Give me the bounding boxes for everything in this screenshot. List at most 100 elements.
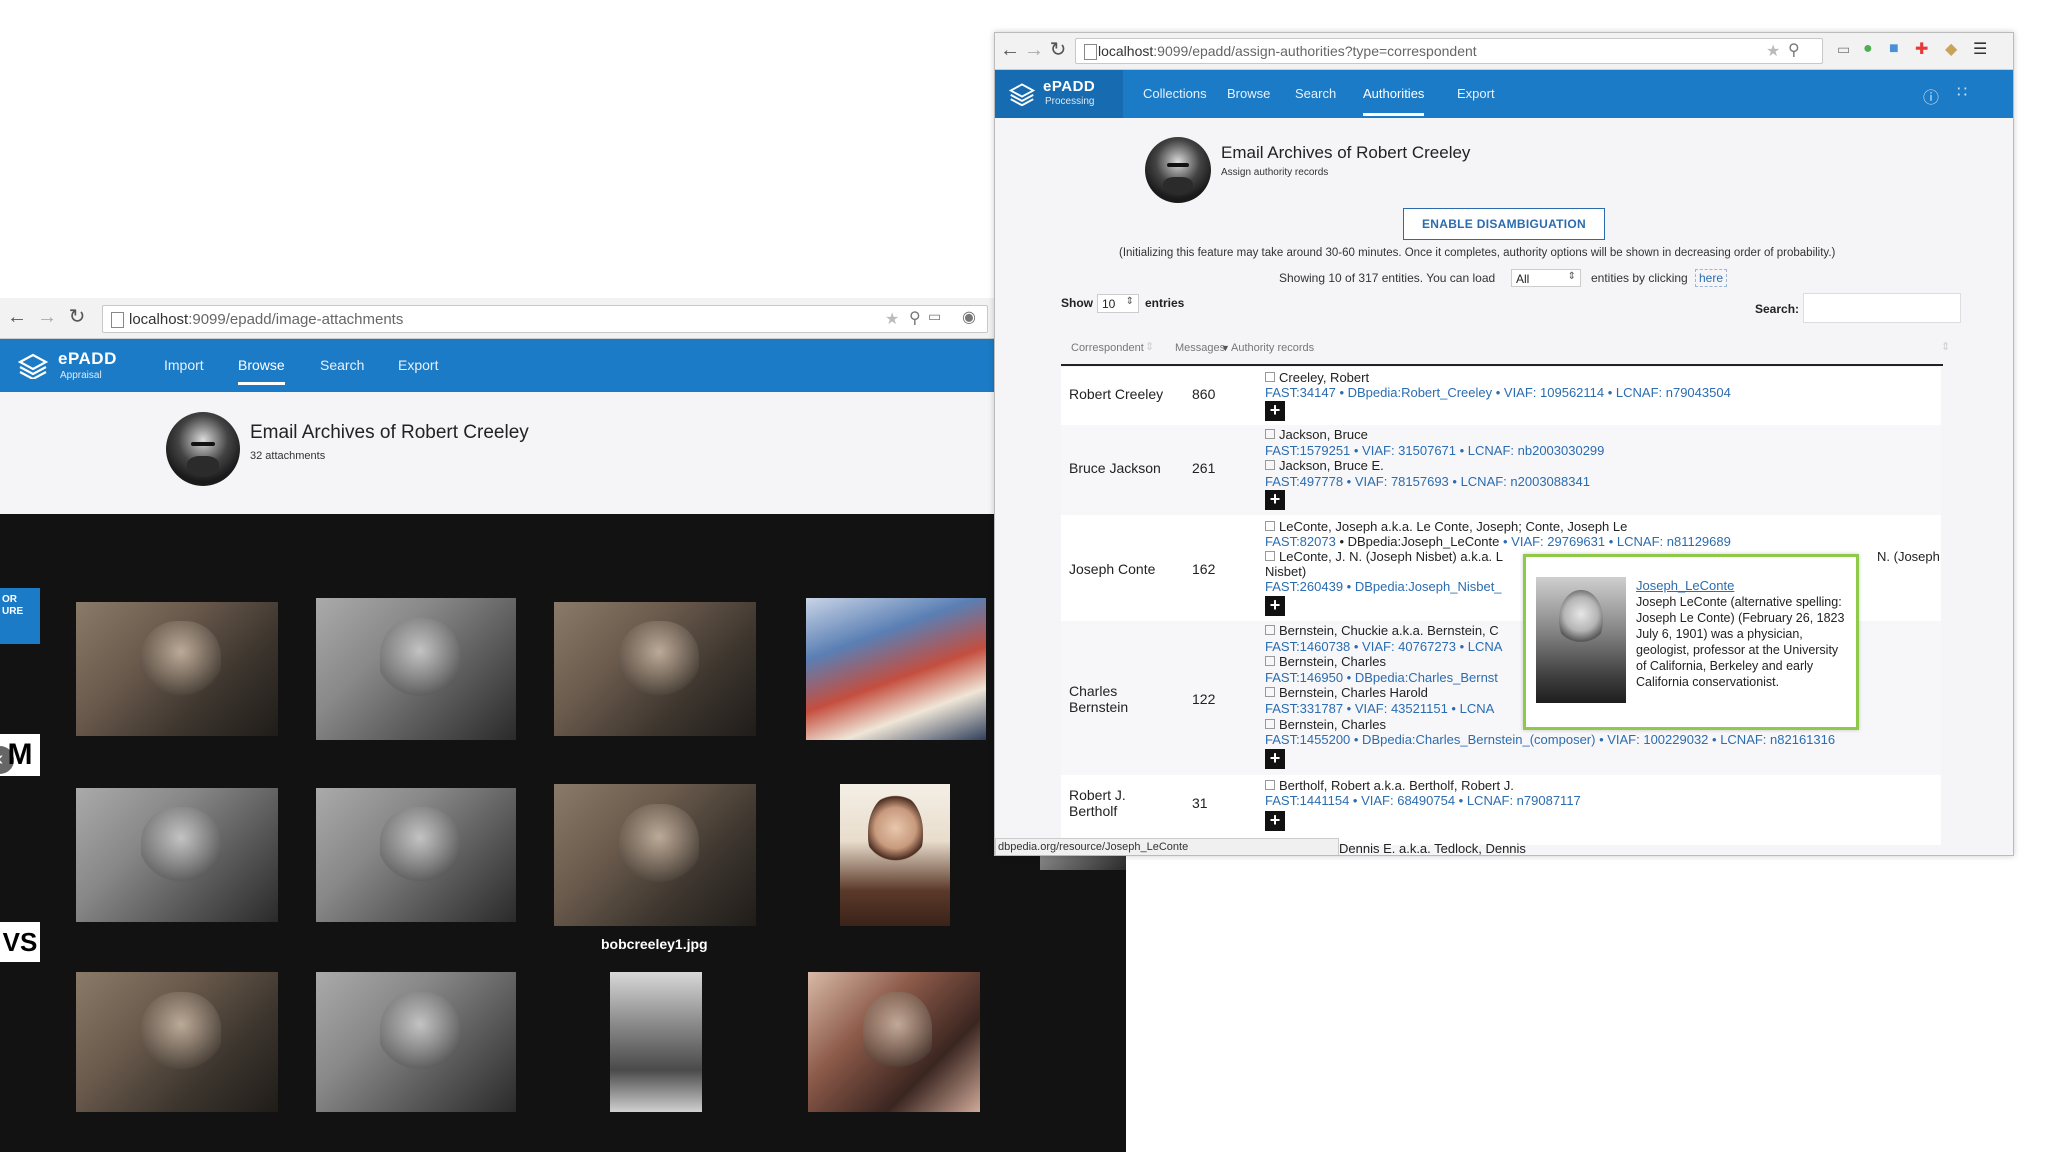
back-icon[interactable]: ←	[6, 306, 28, 328]
popup-portrait-image	[1536, 577, 1626, 703]
correspondent-name-line2[interactable]: Bertholf	[1069, 803, 1117, 819]
correspondent-name[interactable]: Joseph Conte	[1069, 561, 1155, 577]
add-authority-button[interactable]: +	[1265, 811, 1285, 831]
add-authority-button[interactable]: +	[1265, 596, 1285, 616]
back-icon[interactable]: ←	[999, 39, 1021, 61]
attachment-thumbnail[interactable]	[840, 784, 950, 926]
blue-extension-icon[interactable]: ■	[1889, 40, 1899, 58]
authority-links[interactable]: FAST:1579251 • VIAF: 31507671 • LCNAF: n…	[1265, 443, 1604, 458]
side-panel-tab[interactable]: OR URE	[0, 588, 40, 644]
zoom-icon[interactable]: ⚲	[909, 308, 921, 328]
entries-label: entries	[1145, 296, 1185, 310]
load-count-select[interactable]: All ⇕	[1511, 269, 1581, 287]
authority-links[interactable]: FAST:1441154 • VIAF: 68490754 • LCNAF: n…	[1265, 793, 1581, 808]
popup-title-link[interactable]: Joseph_LeConte	[1636, 578, 1734, 593]
record-checkbox[interactable]	[1265, 625, 1275, 635]
authority-record-option[interactable]: Bernstein, Charles	[1265, 717, 1386, 732]
authority-links[interactable]: FAST:82073 • DBpedia:Joseph_LeConte • VI…	[1265, 534, 1731, 549]
authority-links[interactable]: FAST:1455200 • DBpedia:Charles_Bernstein…	[1265, 732, 1835, 747]
attachment-thumbnail[interactable]	[316, 598, 516, 740]
column-correspondent[interactable]: Correspondent	[1071, 342, 1144, 354]
extension-icon[interactable]: ◉	[962, 307, 976, 327]
green-extension-icon[interactable]: ●	[1863, 40, 1873, 58]
orange-extension-icon[interactable]: ◆	[1945, 39, 1957, 59]
reload-icon[interactable]: ↻	[66, 306, 88, 328]
red-extension-icon[interactable]: ✚	[1915, 39, 1928, 59]
bookmark-star-icon[interactable]: ★	[1766, 41, 1780, 61]
correspondent-name[interactable]: Bruce Jackson	[1069, 460, 1161, 476]
dbpedia-preview-popup: Joseph_LeConte Joseph LeConte (alternati…	[1523, 554, 1859, 730]
apps-grid-icon[interactable]: ∷	[1957, 82, 1967, 102]
record-checkbox[interactable]	[1265, 719, 1275, 729]
address-bar[interactable]: localhost:9099/epadd/assign-authorities?…	[1075, 38, 1823, 64]
menu-icon[interactable]: ☰	[1973, 39, 1987, 59]
authority-links[interactable]: FAST:331787 • VIAF: 43521151 • LCNA	[1265, 701, 1494, 716]
column-authority-records[interactable]: Authority records	[1231, 342, 1314, 354]
attachment-thumbnail[interactable]	[808, 972, 980, 1112]
address-bar[interactable]: localhost:9099/epadd/image-attachments ★…	[102, 305, 988, 333]
record-checkbox[interactable]	[1265, 521, 1275, 531]
correspondent-name[interactable]: Robert Creeley	[1069, 386, 1163, 402]
attachment-thumbnail[interactable]	[76, 788, 278, 922]
nav-collections[interactable]: Collections	[1143, 86, 1207, 101]
authority-record-option[interactable]: Jackson, Bruce	[1265, 427, 1368, 442]
record-checkbox[interactable]	[1265, 460, 1275, 470]
address-url: localhost:9099/epadd/assign-authorities?…	[1098, 43, 1477, 59]
authority-record-option[interactable]: LeConte, Joseph a.k.a. Le Conte, Joseph;…	[1265, 519, 1627, 534]
authority-links[interactable]: FAST:1460738 • VIAF: 40767273 • LCNA	[1265, 639, 1502, 654]
authority-links[interactable]: FAST:260439 • DBpedia:Joseph_Nisbet_	[1265, 579, 1502, 594]
attachment-thumbnail[interactable]	[76, 972, 278, 1112]
page-subtitle: Assign authority records	[1221, 167, 1329, 178]
cast-icon[interactable]: ▭	[928, 308, 941, 325]
zoom-icon[interactable]: ⚲	[1788, 40, 1800, 60]
column-messages[interactable]: Messages	[1175, 342, 1225, 354]
correspondent-name-line1[interactable]: Charles	[1069, 683, 1117, 699]
nav-search[interactable]: Search	[1295, 86, 1336, 101]
record-checkbox[interactable]	[1265, 372, 1275, 382]
authority-record-option[interactable]: Creeley, Robert	[1265, 370, 1369, 385]
nav-authorities[interactable]: Authorities	[1363, 86, 1425, 116]
record-checkbox[interactable]	[1265, 780, 1275, 790]
help-icon[interactable]: ⓘ	[1923, 84, 1939, 108]
attachment-thumbnail[interactable]	[806, 598, 986, 740]
authority-record-option[interactable]: Bernstein, Charles Harold	[1265, 685, 1428, 700]
forward-icon[interactable]: →	[1023, 39, 1045, 61]
nav-import[interactable]: Import	[164, 357, 204, 373]
authority-record-option[interactable]: Bernstein, Charles	[1265, 654, 1386, 669]
enable-disambiguation-button[interactable]: ENABLE DISAMBIGUATION	[1403, 208, 1605, 240]
add-authority-button[interactable]: +	[1265, 749, 1285, 769]
attachment-thumbnail-bobcreeley1[interactable]	[554, 784, 756, 926]
correspondent-name-line1[interactable]: Robert J.	[1069, 787, 1126, 803]
add-authority-button[interactable]: +	[1265, 401, 1285, 421]
reload-icon[interactable]: ↻	[1047, 39, 1069, 61]
forward-icon[interactable]: →	[36, 306, 58, 328]
authority-record-option[interactable]: LeConte, J. N. (Joseph Nisbet) a.k.a. L	[1265, 549, 1503, 564]
load-here-link[interactable]: here	[1695, 269, 1728, 287]
attachment-thumbnail[interactable]	[76, 602, 278, 736]
nav-browse[interactable]: Browse	[1227, 86, 1270, 101]
nav-browse[interactable]: Browse	[238, 357, 285, 385]
correspondent-name-line2[interactable]: Bernstein	[1069, 699, 1128, 715]
entries-per-page-select[interactable]: 10 ⇕	[1097, 294, 1139, 313]
table-search-input[interactable]	[1803, 293, 1961, 323]
authority-record-option[interactable]: Bertholf, Robert a.k.a. Bertholf, Robert…	[1265, 778, 1514, 793]
bookmark-star-icon[interactable]: ★	[885, 309, 899, 329]
record-checkbox[interactable]	[1265, 551, 1275, 561]
authority-links[interactable]: FAST:497778 • VIAF: 78157693 • LCNAF: n2…	[1265, 474, 1590, 489]
attachment-thumbnail[interactable]	[554, 602, 756, 736]
nav-search[interactable]: Search	[320, 357, 364, 373]
record-checkbox[interactable]	[1265, 687, 1275, 697]
record-checkbox[interactable]	[1265, 656, 1275, 666]
attachment-thumbnail[interactable]	[316, 788, 516, 922]
nav-export[interactable]: Export	[398, 357, 438, 373]
authority-record-option[interactable]: Bernstein, Chuckie a.k.a. Bernstein, C	[1265, 623, 1499, 638]
attachment-thumbnail[interactable]	[610, 972, 702, 1112]
authority-links[interactable]: FAST:146950 • DBpedia:Charles_Bernst	[1265, 670, 1498, 685]
authority-record-option[interactable]: Jackson, Bruce E.	[1265, 458, 1384, 473]
cast-icon[interactable]: ▭	[1837, 41, 1850, 58]
nav-export[interactable]: Export	[1457, 86, 1495, 101]
authority-links[interactable]: FAST:34147 • DBpedia:Robert_Creeley • VI…	[1265, 385, 1731, 400]
record-checkbox[interactable]	[1265, 429, 1275, 439]
attachment-thumbnail[interactable]	[316, 972, 516, 1112]
add-authority-button[interactable]: +	[1265, 490, 1285, 510]
